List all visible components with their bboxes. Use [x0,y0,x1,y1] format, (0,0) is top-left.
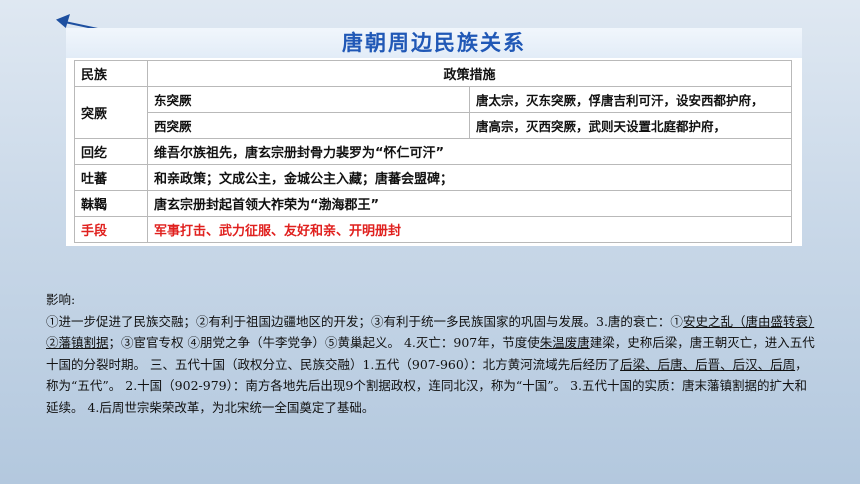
text-segment: ；③宦官专权 ④朋党之争（牛李党争）⑤黄巢起义。 4.灭亡：907年，节度使 [108,335,540,350]
label-east-tujue: 东突厥 [147,86,470,113]
policy-tubo: 和亲政策；文成公主，金城公主入藏；唐蕃会盟碑； [147,164,792,191]
text-segment: ①进一步促进了民族交融；②有利于祖国边疆地区的开发；③有利于统一多民族国家的巩固… [46,313,683,329]
label-tubo: 吐蕃 [74,164,148,191]
label-huihe: 回纥 [74,138,148,165]
policy-west-tujue: 唐高宗，灭西突厥，武则天设置北庭都护府， [469,112,792,139]
impact-paragraph: ①进一步促进了民族交融；②有利于祖国边疆地区的开发；③有利于统一多民族国家的巩固… [46,311,816,419]
slide-table-card: 唐朝周边民族关系 民族 政策措施 突厥 东突厥 唐太宗，灭东突厥，俘唐吉利可汗，… [66,28,802,246]
label-mohe: 靺鞨 [74,190,148,217]
table-row-huihe: 回纥 维吾尔族祖先，唐玄宗册封骨力裴罗为“怀仁可汗” [74,138,792,165]
header-ethnicity: 民族 [74,60,148,87]
table-row-means: 手段 军事打击、武力征服、友好和亲、开明册封 [74,216,792,243]
ethnic-policy-table: 民族 政策措施 突厥 东突厥 唐太宗，灭东突厥，俘唐吉利可汗，设安西都护府， 西… [74,60,792,243]
policy-huihe: 维吾尔族祖先，唐玄宗册封骨力裴罗为“怀仁可汗” [147,138,792,165]
table-row-mohe: 靺鞨 唐玄宗册封起首领大祚荣为“渤海郡王” [74,190,792,217]
table-header-row: 民族 政策措施 [74,60,792,87]
impact-text-block: 影响: ①进一步促进了民族交融；②有利于祖国边疆地区的开发；③有利于统一多民族国… [46,289,816,418]
policy-east-tujue: 唐太宗，灭东突厥，俘唐吉利可汗，设安西都护府， [469,86,792,113]
header-policy: 政策措施 [147,60,792,87]
label-tujue: 突厥 [74,86,148,139]
underlined-segment-zhuwen: 朱温废唐 [539,335,590,350]
table-row-tubo: 吐蕃 和亲政策；文成公主，金城公主入藏；唐蕃会盟碑； [74,164,792,191]
policy-mohe: 唐玄宗册封起首领大祚荣为“渤海郡王” [147,190,792,217]
policy-means: 军事打击、武力征服、友好和亲、开明册封 [147,216,792,243]
impact-heading: 影响: [46,292,76,307]
underlined-segment-five-dynasties: 后梁、后唐、后晋、后汉、后周 [620,356,796,372]
label-west-tujue: 西突厥 [147,112,470,139]
table-title: 唐朝周边民族关系 [66,28,802,58]
table-row-west-tujue: 西突厥 唐高宗，灭西突厥，武则天设置北庭都护府， [75,112,792,139]
label-means: 手段 [74,216,148,243]
table-row-east-tujue: 突厥 东突厥 唐太宗，灭东突厥，俘唐吉利可汗，设安西都护府， [74,86,792,139]
